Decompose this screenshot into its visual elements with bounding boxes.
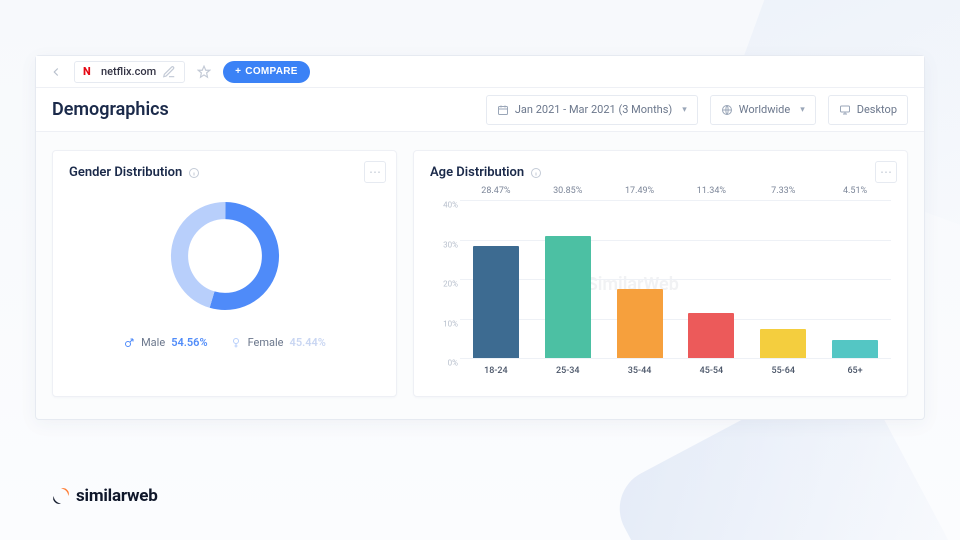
bar [617, 289, 663, 358]
age-chart: SimilarWeb 0%10%20%30%40% 28.47%30.85%17… [430, 190, 891, 380]
age-bars: 28.47%30.85%17.49%11.34%7.33%4.51% [460, 200, 891, 358]
bar-value-label: 28.47% [481, 186, 510, 196]
legend-male: Male 54.56% [123, 336, 208, 349]
x-tick-label: 35-44 [604, 360, 676, 380]
bar-col: 11.34% [675, 200, 747, 358]
x-tick-label: 25-34 [532, 360, 604, 380]
bar-col: 17.49% [604, 200, 676, 358]
gender-chart: Male 54.56% Female 45.44% [69, 190, 380, 349]
age-x-axis: 18-2425-3435-4445-5455-6465+ [460, 360, 891, 380]
bar-value-label: 7.33% [771, 186, 795, 196]
age-card-title: Age Distribution [430, 165, 524, 180]
bar-value-label: 30.85% [553, 186, 582, 196]
bar [688, 313, 734, 358]
male-icon [123, 337, 135, 349]
x-tick-label: 55-64 [747, 360, 819, 380]
female-label: Female [248, 336, 284, 349]
chevron-down-icon: ▾ [800, 105, 805, 115]
x-tick-label: 45-54 [675, 360, 747, 380]
male-label: Male [141, 336, 165, 349]
favorite-button[interactable] [193, 61, 215, 83]
topbar: N netflix.com + COMPARE [36, 56, 924, 88]
female-value: 45.44% [290, 336, 326, 349]
date-range-filter[interactable]: Jan 2021 - Mar 2021 (3 Months) ▾ [486, 95, 698, 125]
gender-legend: Male 54.56% Female 45.44% [123, 332, 326, 349]
app-stage: N netflix.com + COMPARE Demographics Jan… [0, 0, 960, 540]
gender-card-menu[interactable]: ⋯ [364, 161, 386, 183]
bar-value-label: 11.34% [697, 186, 726, 196]
subbar: Demographics Jan 2021 - Mar 2021 (3 Mont… [36, 88, 924, 132]
bar-col: 4.51% [819, 200, 891, 358]
bar [473, 246, 519, 358]
globe-icon [721, 104, 733, 116]
compare-button[interactable]: + COMPARE [223, 61, 310, 83]
bar [545, 236, 591, 358]
y-tick: 40% [430, 201, 458, 210]
region-filter[interactable]: Worldwide ▾ [710, 95, 816, 125]
domain-chip[interactable]: N netflix.com [74, 61, 185, 83]
y-tick: 0% [430, 359, 458, 368]
bar-col: 30.85% [532, 200, 604, 358]
bar-value-label: 4.51% [843, 186, 867, 196]
domain-label: netflix.com [101, 65, 156, 78]
device-filter[interactable]: Desktop [828, 95, 908, 125]
bar-col: 28.47% [460, 200, 532, 358]
monitor-icon [839, 104, 851, 116]
calendar-icon [497, 104, 509, 116]
y-tick: 10% [430, 319, 458, 328]
male-value: 54.56% [171, 336, 207, 349]
bar [760, 329, 806, 358]
plus-icon: + [235, 66, 241, 77]
age-y-axis: 0%10%20%30%40% [430, 200, 460, 358]
y-tick: 30% [430, 240, 458, 249]
age-card: Age Distribution ⋯ SimilarWeb 0%10%20%30… [413, 150, 908, 397]
cards-row: Gender Distribution ⋯ Male 54.56% [36, 132, 924, 415]
gender-card-title: Gender Distribution [69, 165, 182, 180]
bar [832, 340, 878, 358]
dashboard-window: N netflix.com + COMPARE Demographics Jan… [35, 55, 925, 420]
female-icon [230, 337, 242, 349]
date-range-label: Jan 2021 - Mar 2021 (3 Months) [515, 103, 672, 116]
device-label: Desktop [857, 103, 897, 116]
brand-name: similarweb [76, 486, 158, 506]
bar-value-label: 17.49% [625, 186, 654, 196]
x-tick-label: 18-24 [460, 360, 532, 380]
legend-female: Female 45.44% [230, 336, 326, 349]
age-card-menu[interactable]: ⋯ [875, 161, 897, 183]
info-icon[interactable] [530, 167, 542, 179]
info-icon[interactable] [188, 167, 200, 179]
brand-logo: similarweb [52, 486, 158, 506]
gender-card: Gender Distribution ⋯ Male 54.56% [52, 150, 397, 397]
page-title: Demographics [52, 99, 474, 120]
y-tick: 20% [430, 280, 458, 289]
netflix-logo-icon: N [83, 66, 95, 78]
x-tick-label: 65+ [819, 360, 891, 380]
compare-label: COMPARE [245, 66, 297, 77]
edit-icon[interactable] [162, 65, 176, 79]
bar-col: 7.33% [747, 200, 819, 358]
region-label: Worldwide [739, 103, 790, 116]
back-button[interactable] [46, 62, 66, 82]
grid-line [460, 358, 891, 359]
similarweb-logo-icon [52, 487, 70, 505]
chevron-down-icon: ▾ [682, 105, 687, 115]
gender-donut [165, 196, 285, 316]
age-plot-area: 28.47%30.85%17.49%11.34%7.33%4.51% [460, 200, 891, 358]
